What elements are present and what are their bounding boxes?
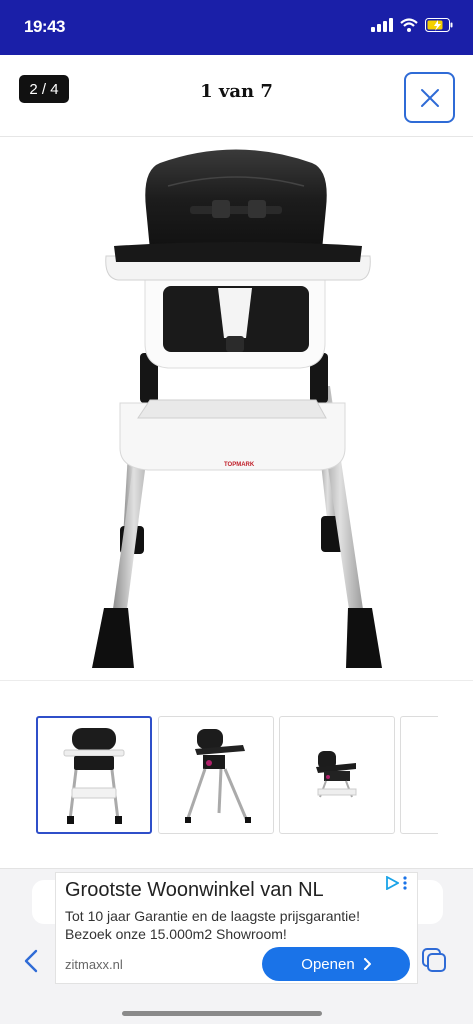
thumbnail-2[interactable] xyxy=(158,716,274,834)
ad-open-label: Openen xyxy=(301,955,355,973)
page-title: 1 van 7 xyxy=(200,81,273,102)
ad-open-button[interactable]: Openen xyxy=(262,947,410,981)
tabs-icon xyxy=(422,948,446,972)
thumbnail-3[interactable] xyxy=(279,716,395,834)
thumbnail-chair-side xyxy=(316,751,357,798)
back-button[interactable] xyxy=(22,948,40,979)
more-vert-icon xyxy=(403,876,407,890)
close-button[interactable] xyxy=(404,72,455,123)
high-chair-illustration: TOPMARK xyxy=(92,149,382,668)
status-time: 19:43 xyxy=(24,17,65,36)
ad-banner[interactable]: Grootste Woonwinkel van NL Tot 10 jaar G… xyxy=(55,872,418,984)
brand-print: TOPMARK xyxy=(224,462,255,468)
gallery-header: 2 / 4 1 van 7 xyxy=(0,55,473,137)
ad-title[interactable]: Grootste Woonwinkel van NL xyxy=(65,879,324,902)
chevron-left-icon xyxy=(24,949,38,973)
close-icon xyxy=(420,88,439,107)
chevron-right-icon xyxy=(363,958,371,970)
status-icons xyxy=(371,18,453,32)
battery-icon xyxy=(425,18,453,32)
ad-domain: zitmaxx.nl xyxy=(65,957,123,972)
ad-description: Tot 10 jaar Garantie en de laagste prijs… xyxy=(65,908,360,942)
wifi-icon xyxy=(400,18,418,32)
status-bar: 19:43 xyxy=(0,0,473,55)
signal-icon xyxy=(371,18,393,32)
thumbnail-4[interactable] xyxy=(400,716,438,834)
home-indicator[interactable] xyxy=(122,1011,322,1016)
main-product-image[interactable]: TOPMARK xyxy=(0,138,473,680)
tabs-button[interactable] xyxy=(420,946,448,979)
thumbnail-chair-front xyxy=(63,728,125,824)
thumbnail-chair-angle xyxy=(185,729,251,823)
thumbnail-1[interactable] xyxy=(36,716,152,834)
divider xyxy=(0,680,473,681)
thumbnail-strip xyxy=(36,716,438,836)
adchoices-icon xyxy=(386,876,399,890)
adchoices[interactable] xyxy=(385,876,408,890)
